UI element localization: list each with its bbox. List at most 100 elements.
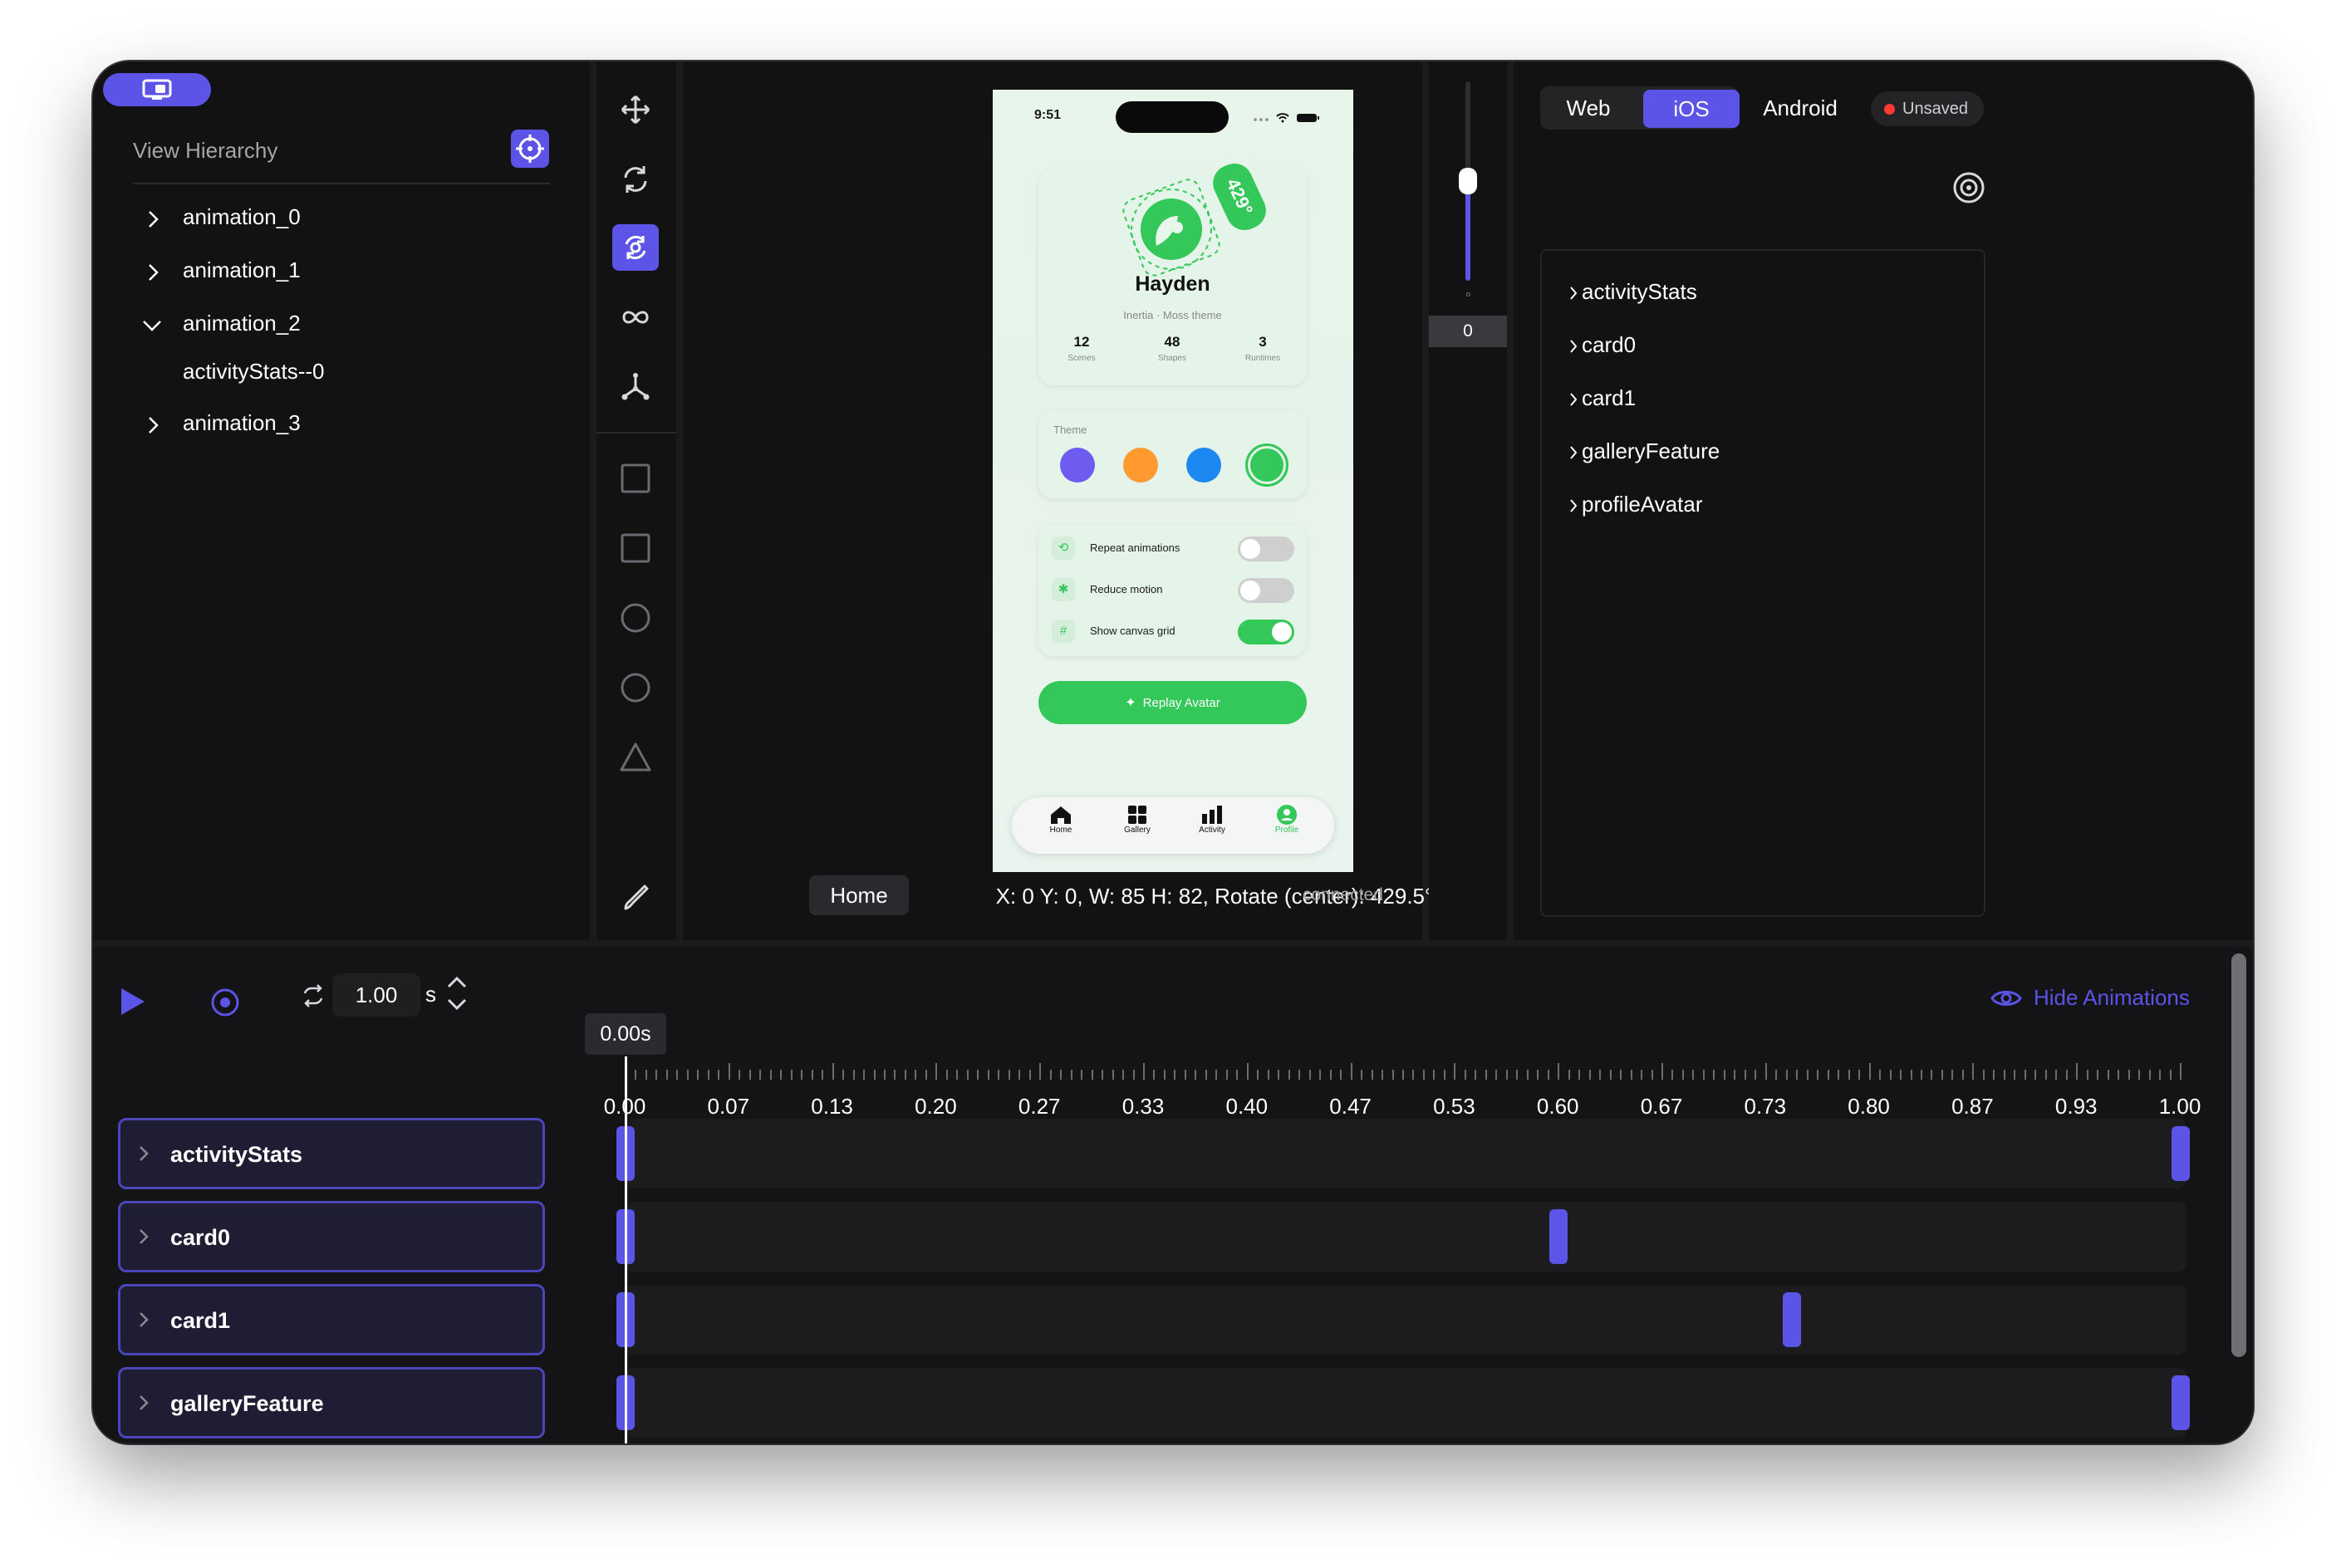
move-tool-button[interactable] <box>612 86 659 133</box>
chevron-up-icon[interactable] <box>442 972 472 993</box>
timeline-row-card1[interactable]: card1 <box>118 1284 545 1355</box>
track-lane[interactable] <box>625 1285 2186 1355</box>
chevron-down-icon[interactable] <box>442 993 472 1015</box>
triangle-icon <box>620 742 651 772</box>
panel-title: View Hierarchy <box>133 138 278 163</box>
track-lane[interactable] <box>625 1119 2186 1188</box>
stat-label: Scenes <box>1067 354 1096 363</box>
tab-gallery[interactable]: Gallery <box>1108 804 1166 835</box>
square-icon <box>621 533 650 563</box>
display-icon <box>142 79 172 100</box>
reduce-motion-toggle[interactable] <box>1238 578 1294 603</box>
settings-gear-icon[interactable] <box>1951 169 1987 206</box>
profile-name: Hayden <box>1135 272 1210 296</box>
shape-tool-circle-1[interactable] <box>612 595 659 641</box>
view-hierarchy-panel: View Hierarchy animation_0 animation_1 a… <box>93 61 590 940</box>
timeline-row-galleryfeature[interactable]: galleryFeature <box>118 1367 545 1438</box>
keyframe-marker[interactable] <box>1549 1209 1568 1264</box>
hide-animations-button[interactable]: Hide Animations <box>1990 985 2190 1011</box>
platform-tab-web[interactable]: Web <box>1540 86 1637 130</box>
theme-swatch-orange[interactable] <box>1123 448 1158 483</box>
window-toggle-button[interactable] <box>103 73 211 106</box>
transform-readout: X: 0 Y: 0, W: 85 H: 82, Rotate (center):… <box>995 884 1434 909</box>
profile-card: 429° Hayden Inertia · Moss theme 12 Scen… <box>1038 157 1307 385</box>
playhead-line[interactable] <box>625 1056 627 1443</box>
center-rotate-tool-button[interactable] <box>612 224 659 271</box>
track-lane[interactable] <box>625 1202 2186 1272</box>
show-canvas-grid-toggle[interactable] <box>1238 620 1294 644</box>
shape-tool-circle-2[interactable] <box>612 664 659 711</box>
tick-label: 0.13 <box>811 1094 853 1119</box>
tick-label: 1.00 <box>2158 1094 2201 1119</box>
phone-tab-bar: Home Gallery Activity Profile <box>1012 797 1334 854</box>
tab-label: Profile <box>1274 826 1299 835</box>
timeline-row-label: card1 <box>170 1308 231 1333</box>
theme-swatch-green[interactable] <box>1245 443 1288 487</box>
slider-handle[interactable] <box>1459 168 1477 194</box>
replay-avatar-label: Replay Avatar <box>1142 695 1220 710</box>
tab-activity[interactable]: Activity <box>1183 804 1241 835</box>
app-window: View Hierarchy animation_0 animation_1 a… <box>93 61 2253 1443</box>
rotate-tool-button[interactable] <box>612 156 659 203</box>
timeline-scrollbar[interactable] <box>2231 953 2246 1357</box>
status-time: 9:51 <box>1034 108 1062 122</box>
loop-icon[interactable] <box>301 983 326 1008</box>
tree-item-label: animation_2 <box>183 311 301 336</box>
sparkle-icon: ✦ <box>1125 696 1136 710</box>
grid-icon: # <box>1052 620 1075 643</box>
tick-label: 0.53 <box>1433 1094 1475 1119</box>
play-icon[interactable] <box>118 985 148 1018</box>
theme-label: Theme <box>1053 424 1087 436</box>
tree-item-label: animation_0 <box>183 204 301 229</box>
replay-avatar-button[interactable]: ✦ Replay Avatar <box>1038 681 1307 724</box>
timeline-row-card0[interactable]: card0 <box>118 1201 545 1272</box>
record-icon[interactable] <box>209 987 241 1018</box>
duration-stepper[interactable] <box>442 972 472 1018</box>
pen-tool-button[interactable] <box>612 874 659 920</box>
tab-home[interactable]: Home <box>1032 804 1090 835</box>
timeline-row-activitystats[interactable]: activityStats <box>118 1118 545 1189</box>
theme-swatch-blue[interactable] <box>1186 448 1221 483</box>
duration-input[interactable]: 1.00 <box>332 973 420 1017</box>
chevron-right-icon <box>1570 393 1578 406</box>
tree-item-label: animation_3 <box>183 410 301 435</box>
inspect-target-button[interactable] <box>511 130 549 168</box>
chevron-right-icon <box>140 1229 149 1244</box>
chevron-right-icon <box>1570 340 1578 353</box>
divider <box>596 432 676 434</box>
screen-label-chip[interactable]: Home <box>809 875 909 915</box>
duration-unit: s <box>425 982 436 1007</box>
pen-icon <box>624 884 649 910</box>
shape-tool-triangle[interactable] <box>612 734 659 781</box>
inspector-item-label: card1 <box>1582 385 1637 410</box>
shape-tool-square-1[interactable] <box>612 455 659 502</box>
repeat-animations-toggle[interactable] <box>1238 537 1294 561</box>
platform-tab-ios[interactable]: iOS <box>1643 90 1740 128</box>
shape-tool-square-2[interactable] <box>612 525 659 571</box>
keyframe-marker[interactable] <box>2172 1375 2190 1430</box>
theme-card: Theme <box>1038 410 1307 498</box>
inspector-item-label: galleryFeature <box>1582 439 1720 463</box>
tab-label: Activity <box>1199 826 1225 835</box>
canvas-area: 9:51 429° Hayden Inertia · Moss theme 12 <box>683 61 1433 940</box>
tab-profile[interactable]: Profile <box>1258 804 1316 835</box>
move-icon <box>621 95 650 125</box>
loop-tool-button[interactable] <box>612 294 659 341</box>
tick-label: 0.93 <box>2054 1094 2098 1119</box>
keyframe-marker[interactable] <box>1783 1292 1801 1347</box>
stat-value: 48 <box>1164 334 1180 350</box>
platform-tab-android[interactable]: Android <box>1738 86 1863 130</box>
device-preview[interactable]: 9:51 429° Hayden Inertia · Moss theme 12 <box>993 90 1353 872</box>
settings-card: ⟲ Repeat animations ✱ Reduce motion # Sh… <box>1038 525 1307 656</box>
theme-swatch-purple[interactable] <box>1060 448 1095 483</box>
setting-label: Reduce motion <box>1090 583 1163 595</box>
chevron-right-icon <box>1570 499 1578 512</box>
rotation-badge-label: 429° <box>1222 174 1258 218</box>
keyframe-marker[interactable] <box>2172 1126 2190 1181</box>
unsaved-pill: Unsaved <box>1871 91 1984 126</box>
track-lane[interactable] <box>625 1368 2186 1438</box>
crosshair-icon <box>516 135 544 163</box>
node-tool-button[interactable] <box>612 364 659 410</box>
profile-subtitle: Inertia · Moss theme <box>1123 309 1222 321</box>
tree-item-activitystats-0[interactable]: activityStats--0 <box>183 359 325 385</box>
